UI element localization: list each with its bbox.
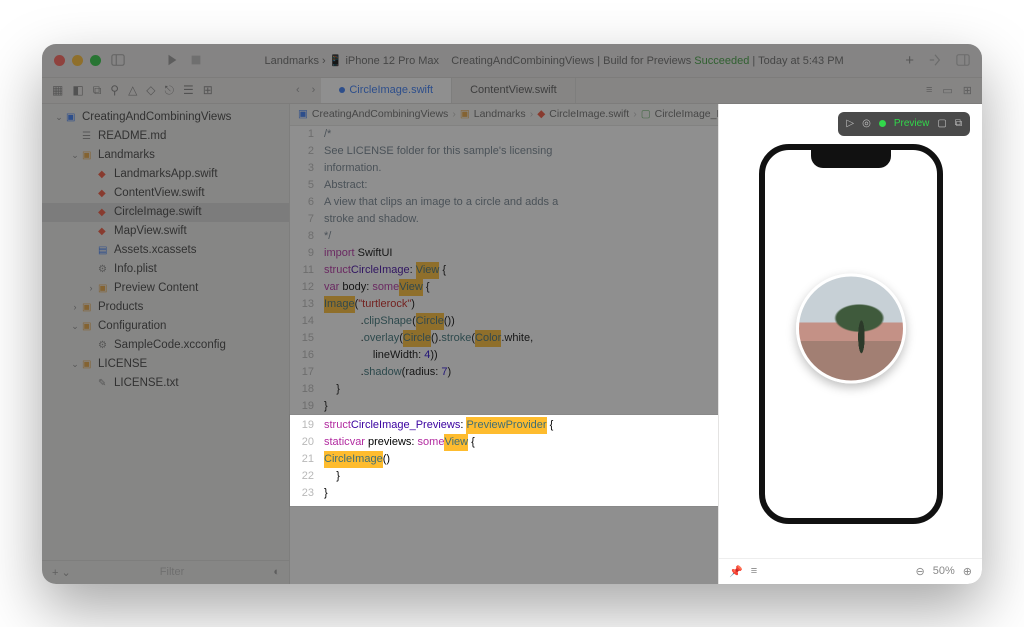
- file-readme-md[interactable]: ☰README.md: [42, 127, 289, 146]
- run-icon[interactable]: [165, 53, 179, 67]
- zoom-in-icon[interactable]: ⊕: [963, 565, 972, 578]
- preview-footer: 📌 ≡ ⊖ 50% ⊕: [719, 558, 982, 584]
- navigator-filter-bar: + ⌄ Filter ◐: [42, 560, 290, 584]
- navigator-selector[interactable]: ▦ ◧ ⧉ ⚲ △ ◇ ⎋ ☰ ⊞: [42, 78, 290, 103]
- duplicate-icon[interactable]: ⧉: [955, 118, 962, 129]
- titlebar: Landmarks › 📱 iPhone 12 Pro Max Creating…: [42, 44, 982, 78]
- zoom-level[interactable]: 50%: [933, 565, 955, 577]
- zoom-icon[interactable]: [90, 55, 101, 66]
- bp-nav-icon[interactable]: ☰: [183, 83, 194, 97]
- symbol-icon: ▢: [641, 108, 651, 120]
- assistant-icon[interactable]: ▭: [942, 84, 952, 97]
- preview-canvas: ▷ ◎ Preview ▢ ⧉ 📌 ≡ ⊖ 50% ⊕: [718, 104, 982, 584]
- file-license-txt[interactable]: ✎LICENSE.txt: [42, 374, 289, 393]
- title-status: Landmarks › 📱 iPhone 12 Pro Max Creating…: [213, 54, 895, 67]
- filter-field[interactable]: Filter: [71, 566, 274, 578]
- code-editor[interactable]: 1/*2See LICENSE folder for this sample's…: [290, 126, 718, 584]
- report-nav-icon[interactable]: ⊞: [203, 83, 213, 97]
- find-nav-icon[interactable]: ⚲: [110, 83, 119, 97]
- tab-circleimage[interactable]: CircleImage.swift: [321, 78, 452, 103]
- live-icon[interactable]: ▷: [846, 118, 854, 129]
- add-icon[interactable]: +: [905, 52, 914, 69]
- notch: [811, 150, 891, 168]
- test-nav-icon[interactable]: ◇: [146, 83, 155, 97]
- tab-bar: ▦ ◧ ⧉ ⚲ △ ◇ ⎋ ☰ ⊞ ‹ › CircleImage.swift …: [42, 78, 982, 104]
- project-nav-icon[interactable]: ▦: [52, 83, 63, 97]
- file-assets-xcassets[interactable]: ▤Assets.xcassets: [42, 241, 289, 260]
- preview-toolbar[interactable]: ▷ ◎ Preview ▢ ⧉: [838, 112, 970, 136]
- file-landmarks[interactable]: ⌄▣Landmarks: [42, 146, 289, 165]
- split-icon[interactable]: ⊞: [963, 84, 972, 97]
- add-menu-icon[interactable]: + ⌄: [52, 566, 71, 579]
- device-icon[interactable]: ▢: [937, 118, 946, 129]
- zoom-out-icon[interactable]: ⊖: [916, 565, 925, 578]
- status-dot-icon: [879, 120, 886, 127]
- file-configuration[interactable]: ⌄▣Configuration: [42, 317, 289, 336]
- inspect-icon[interactable]: ◎: [862, 118, 871, 129]
- preview-label: Preview: [894, 118, 930, 129]
- file-circleimage-swift[interactable]: ◆CircleImage.swift: [42, 203, 289, 222]
- editor-area: ▣CreatingAndCombiningViews › ▣Landmarks …: [290, 104, 718, 584]
- stop-icon[interactable]: [189, 53, 203, 67]
- file-mapview-swift[interactable]: ◆MapView.swift: [42, 222, 289, 241]
- list-icon[interactable]: ≡: [751, 565, 757, 577]
- library-icon[interactable]: [928, 53, 942, 67]
- minimize-icon[interactable]: [72, 55, 83, 66]
- file-preview-content[interactable]: ›▣Preview Content: [42, 279, 289, 298]
- file-products[interactable]: ›▣Products: [42, 298, 289, 317]
- traffic-lights[interactable]: [54, 55, 101, 66]
- source-nav-icon[interactable]: ◧: [72, 83, 83, 97]
- swift-icon: ◆: [537, 108, 545, 120]
- debug-nav-icon[interactable]: ⎋: [165, 83, 175, 98]
- file-landmarksapp-swift[interactable]: ◆LandmarksApp.swift: [42, 165, 289, 184]
- symbol-nav-icon[interactable]: ⧉: [93, 83, 102, 98]
- device-preview[interactable]: [759, 144, 943, 524]
- panel-right-icon[interactable]: [956, 53, 970, 67]
- tab-contentview[interactable]: ContentView.swift: [452, 78, 576, 103]
- project-navigator[interactable]: ⌄▣CreatingAndCombiningViews☰README.md⌄▣L…: [42, 104, 290, 584]
- folder-icon: ▣: [460, 108, 470, 120]
- file-info-plist[interactable]: ⚙Info.plist: [42, 260, 289, 279]
- highlighted-code[interactable]: 19struct CircleImage_Previews: PreviewPr…: [290, 415, 718, 506]
- file-creatingandcombiningviews[interactable]: ⌄▣CreatingAndCombiningViews: [42, 108, 289, 127]
- file-license[interactable]: ⌄▣LICENSE: [42, 355, 289, 374]
- xcode-window: Landmarks › 📱 iPhone 12 Pro Max Creating…: [42, 44, 982, 584]
- history-fwd-icon[interactable]: ›: [306, 78, 322, 103]
- sidebar-toggle-icon[interactable]: [111, 53, 125, 67]
- modified-dot-icon: [339, 87, 345, 93]
- scm-filter-icon[interactable]: ◐: [273, 566, 280, 578]
- issue-nav-icon[interactable]: △: [128, 83, 137, 97]
- editor-opts-icon[interactable]: ≡: [926, 84, 932, 96]
- history-back-icon[interactable]: ‹: [290, 78, 306, 103]
- circle-image-preview: [796, 273, 906, 383]
- jump-bar[interactable]: ▣CreatingAndCombiningViews › ▣Landmarks …: [290, 104, 718, 126]
- pin-icon[interactable]: 📌: [729, 565, 743, 578]
- close-icon[interactable]: [54, 55, 65, 66]
- file-samplecode-xcconfig[interactable]: ⚙SampleCode.xcconfig: [42, 336, 289, 355]
- file-contentview-swift[interactable]: ◆ContentView.swift: [42, 184, 289, 203]
- proj-icon: ▣: [298, 108, 308, 120]
